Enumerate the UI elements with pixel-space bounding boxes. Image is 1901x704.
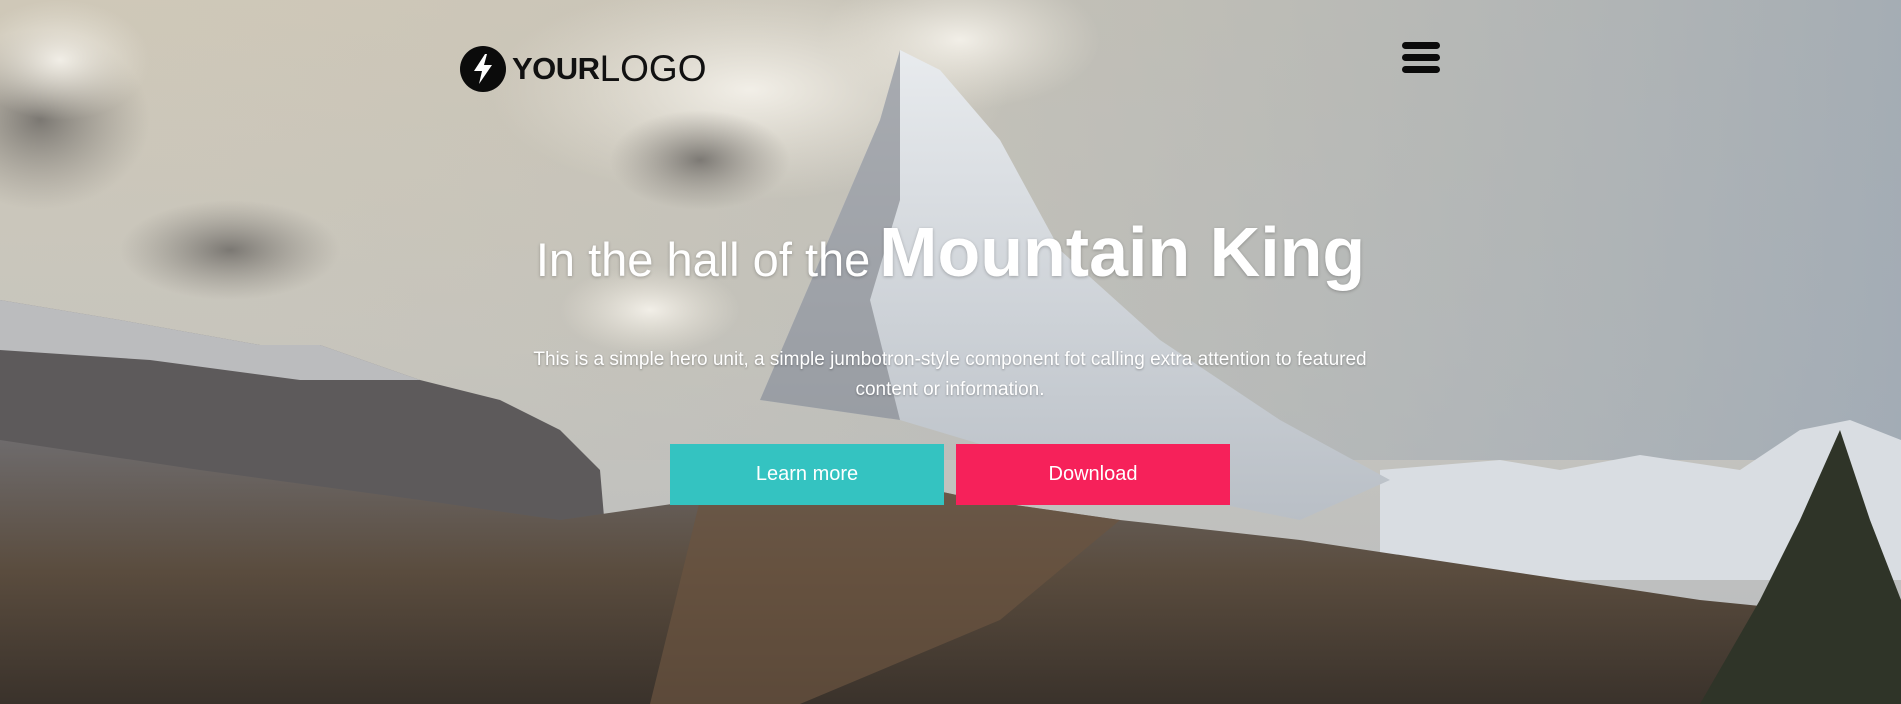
hero-title: In the hall of the Mountain King bbox=[0, 212, 1901, 292]
hero-section: YOUR LOGO In the hall of the Mountain Ki… bbox=[0, 0, 1901, 704]
logo-text-light: LOGO bbox=[599, 48, 707, 89]
site-logo[interactable]: YOUR LOGO bbox=[460, 45, 707, 93]
menu-bar bbox=[1402, 42, 1440, 49]
menu-bar bbox=[1402, 66, 1440, 73]
hero-lead-text: This is a simple hero unit, a simple jum… bbox=[533, 349, 1367, 400]
lightning-bolt-icon bbox=[460, 46, 506, 92]
hero-title-light: In the hall of the bbox=[535, 233, 871, 286]
hamburger-menu-icon[interactable] bbox=[1402, 42, 1440, 76]
menu-bar bbox=[1402, 54, 1440, 61]
learn-more-button[interactable]: Learn more bbox=[670, 444, 944, 505]
hero-actions: Learn more Download bbox=[670, 444, 1230, 505]
download-button[interactable]: Download bbox=[956, 444, 1230, 505]
logo-text-bold: YOUR bbox=[512, 51, 600, 86]
hero-title-bold: Mountain King bbox=[879, 213, 1366, 291]
